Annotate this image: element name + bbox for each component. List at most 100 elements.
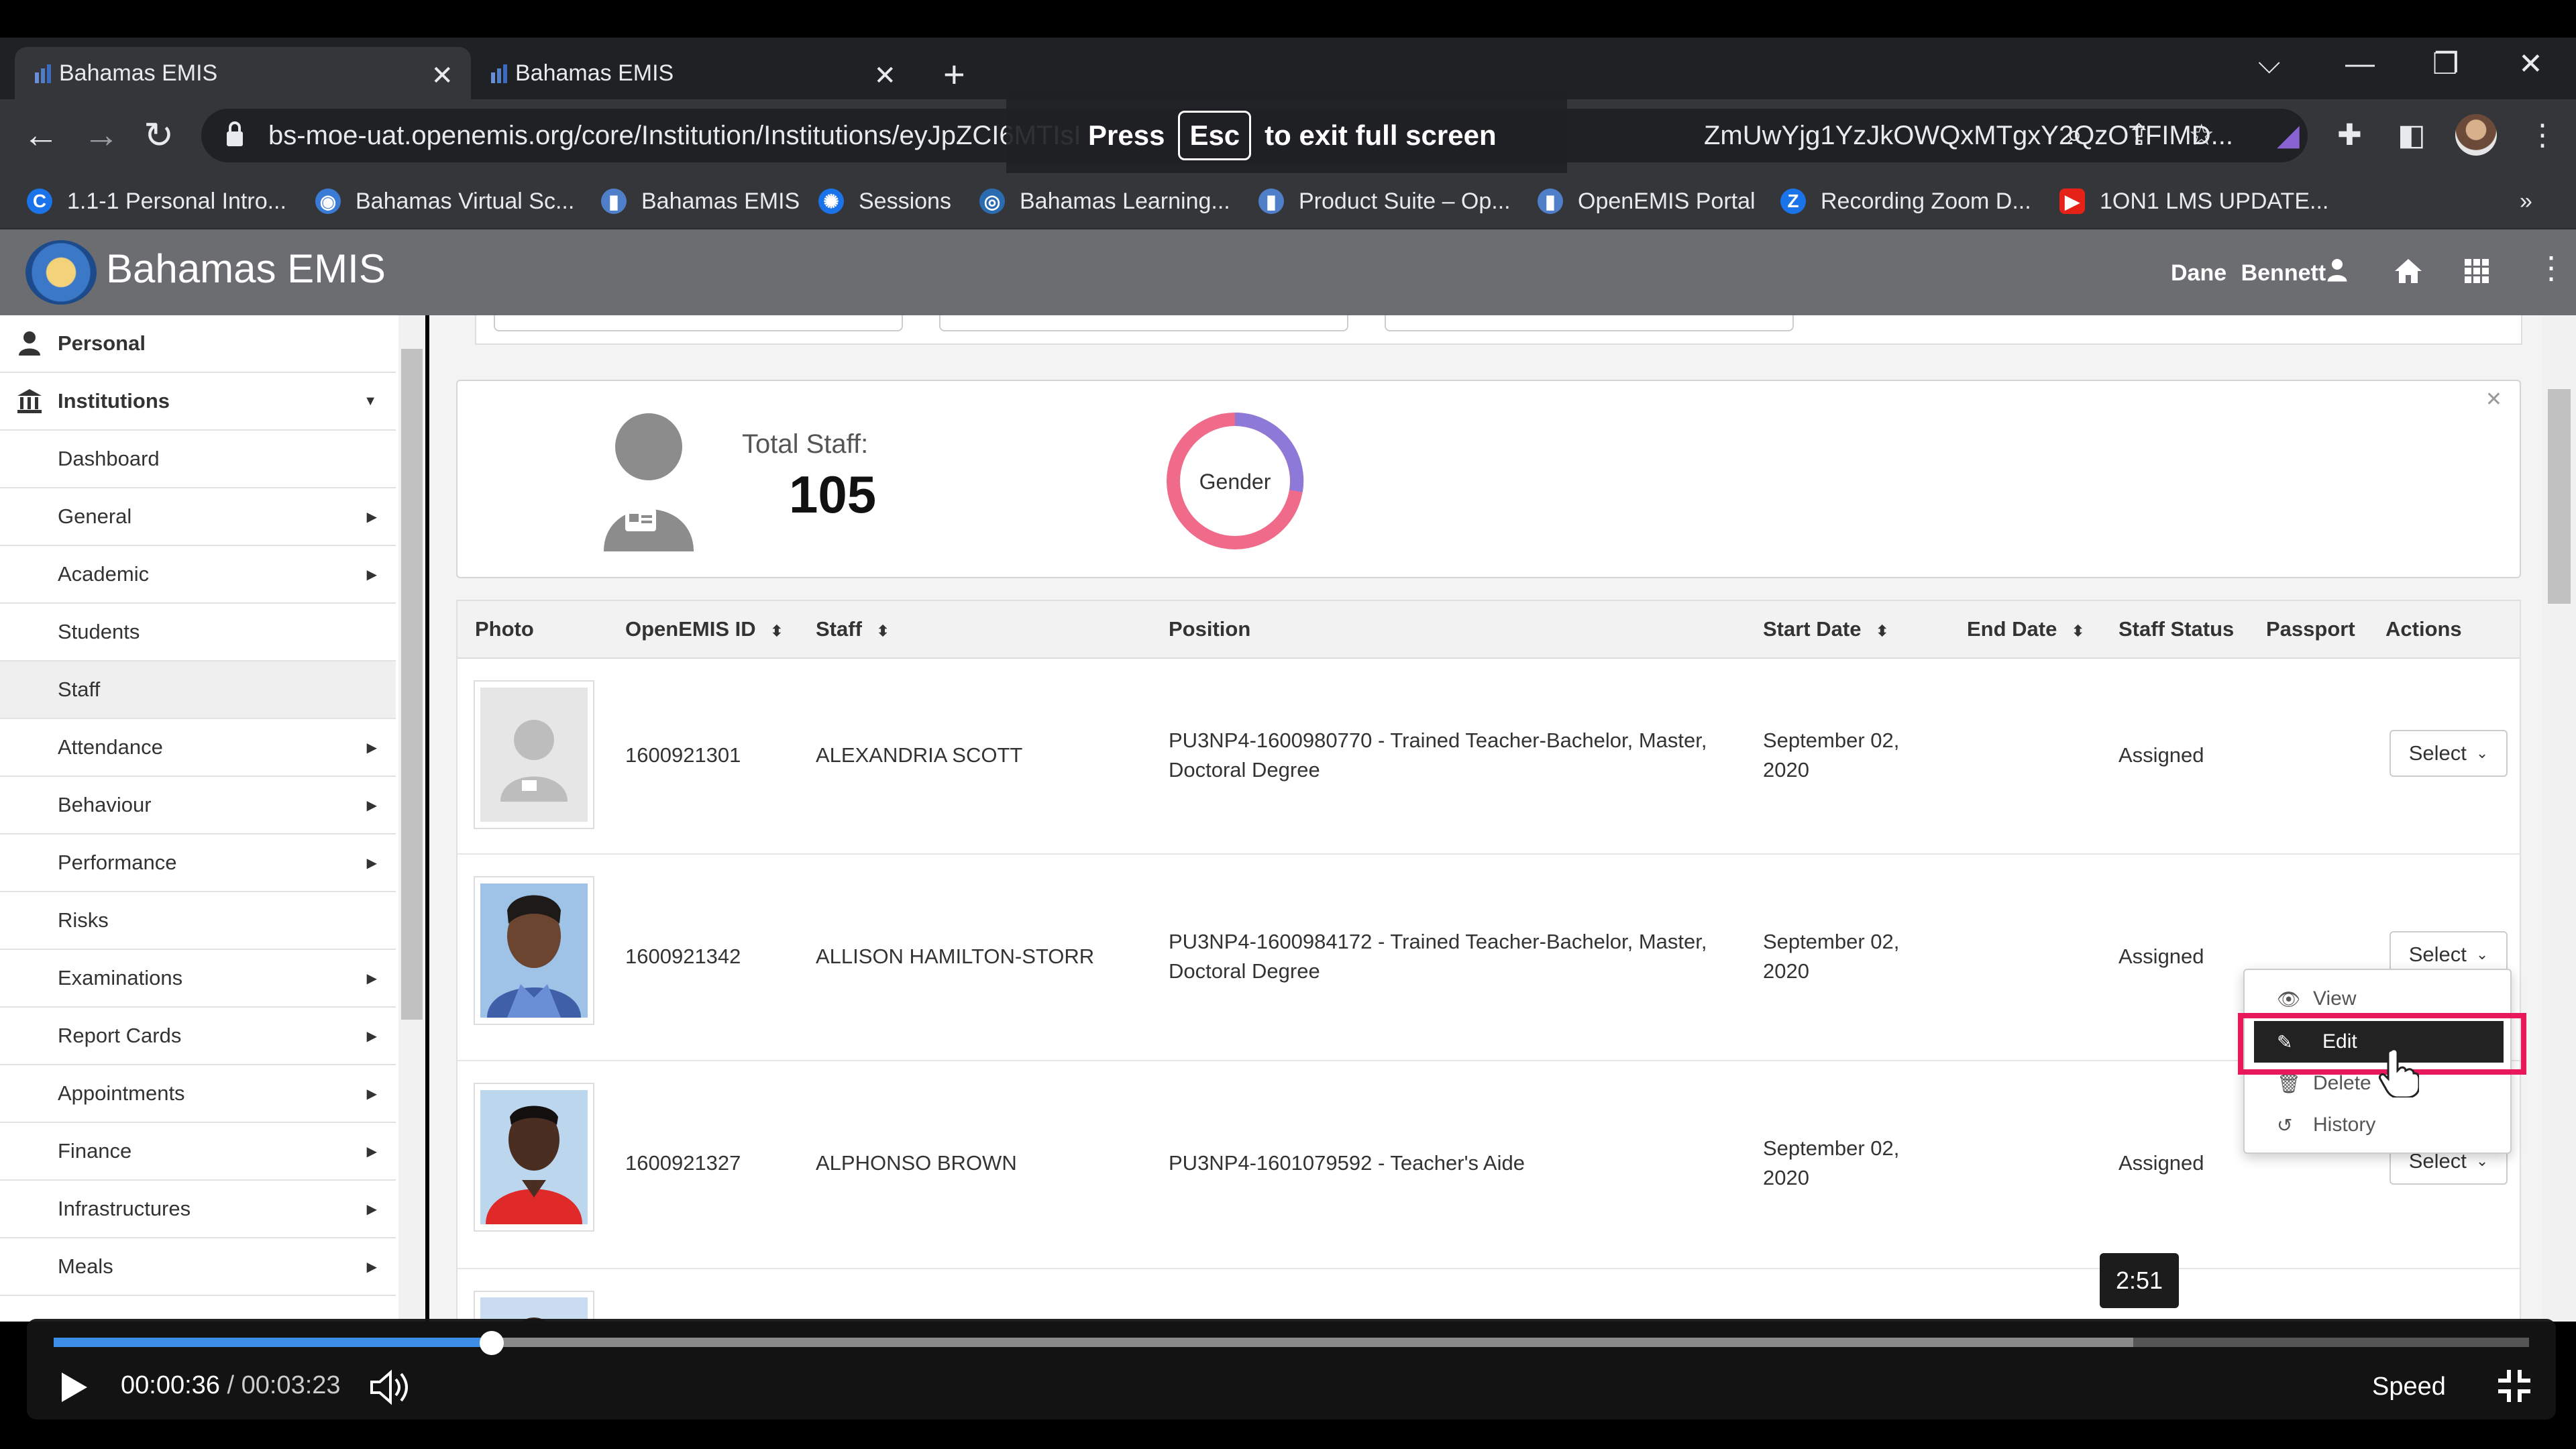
chevron-down-icon: ⌄ bbox=[2475, 946, 2489, 963]
sort-icon[interactable]: ⬍ bbox=[877, 623, 889, 639]
menu-item-history[interactable]: ↺ History bbox=[2245, 1104, 2510, 1146]
new-tab-plus-icon[interactable]: + bbox=[943, 52, 965, 96]
sidebar-item-dashboard[interactable]: Dashboard bbox=[0, 431, 396, 488]
sidebar-item-attendance[interactable]: Attendance ▶ bbox=[0, 719, 396, 777]
reload-icon[interactable]: ↻ bbox=[144, 114, 174, 156]
filter-select[interactable] bbox=[494, 315, 903, 331]
page-scrollbar-thumb[interactable] bbox=[2548, 389, 2571, 604]
close-tab-icon[interactable]: ✕ bbox=[873, 60, 896, 91]
sidebar-item-personal[interactable]: Personal bbox=[0, 315, 396, 373]
bookmark-item[interactable]: ▮ OpenEMIS Portal bbox=[1538, 182, 1756, 220]
bookmark-item[interactable]: C 1.1-1 Personal Intro... bbox=[27, 182, 286, 220]
staff-status: Assigned bbox=[2118, 945, 2204, 968]
restore-icon[interactable]: ❐ bbox=[2432, 47, 2459, 81]
row-actions-select-button[interactable]: Select ⌄ bbox=[2390, 730, 2508, 777]
sort-icon[interactable]: ⬍ bbox=[1876, 623, 1888, 639]
column-header-staff[interactable]: Staff ⬍ bbox=[816, 617, 889, 641]
bookmark-item[interactable]: ▶ 1ON1 LMS UPDATE... bbox=[2059, 182, 2328, 220]
app-title[interactable]: Bahamas EMIS bbox=[106, 246, 386, 292]
sidebar-item-staff[interactable]: Staff bbox=[0, 661, 396, 719]
speed-button[interactable]: Speed bbox=[2372, 1373, 2446, 1401]
user-name[interactable]: Dane Bennett bbox=[2171, 260, 2326, 286]
filter-select[interactable] bbox=[1385, 315, 1794, 331]
column-header-start-date[interactable]: Start Date ⬍ bbox=[1763, 617, 1888, 641]
sidebar-item-report-cards[interactable]: Report Cards ▶ bbox=[0, 1008, 396, 1065]
back-arrow-icon[interactable]: ← bbox=[23, 114, 59, 156]
staff-name[interactable]: ALLISON HAMILTON-STORR bbox=[816, 945, 1094, 969]
column-header-openemis-id[interactable]: OpenEMIS ID ⬍ bbox=[625, 617, 783, 641]
apps-grid-icon[interactable] bbox=[2465, 259, 2489, 283]
user-profile-icon[interactable] bbox=[2326, 256, 2348, 283]
sidebar-item-examinations[interactable]: Examinations ▶ bbox=[0, 950, 396, 1008]
column-header-end-date[interactable]: End Date ⬍ bbox=[1967, 617, 2084, 641]
bookmark-favicon-icon: ✺ bbox=[818, 189, 844, 214]
sidebar-item-behaviour[interactable]: Behaviour ▶ bbox=[0, 777, 396, 835]
sidebar-item-institutions[interactable]: Institutions ▼ bbox=[0, 373, 396, 431]
zoom-magnifier-icon[interactable]: ⌕ bbox=[2066, 118, 2083, 152]
bookmark-item[interactable]: ▮ Product Suite – Op... bbox=[1258, 182, 1511, 220]
forward-arrow-icon[interactable]: → bbox=[83, 114, 119, 156]
tab-search-chevron-icon[interactable]: ⌵ bbox=[2258, 47, 2280, 80]
minimize-icon[interactable]: — bbox=[2345, 47, 2375, 80]
bookmark-item[interactable]: ▮ Bahamas EMIS bbox=[601, 182, 800, 220]
bahamas-emis-logo[interactable] bbox=[25, 240, 97, 305]
browser-menu-icon[interactable]: ⋮ bbox=[2528, 118, 2557, 152]
volume-icon[interactable] bbox=[369, 1367, 413, 1407]
share-icon[interactable]: ⇪ bbox=[2127, 118, 2151, 152]
table-header: Photo OpenEMIS ID ⬍ Staff ⬍ Position Start… bbox=[458, 601, 2520, 659]
staff-name[interactable]: ALPHONSO BROWN bbox=[816, 1151, 1017, 1175]
staff-name[interactable]: ALEXANDRIA SCOTT bbox=[816, 743, 1022, 767]
bookmark-item[interactable]: ◉ Bahamas Virtual Sc... bbox=[315, 182, 574, 220]
staff-portrait-photo bbox=[480, 883, 588, 1018]
page-scrollbar[interactable] bbox=[2542, 315, 2576, 1322]
play-icon[interactable] bbox=[52, 1367, 93, 1407]
browser-tab[interactable]: Bahamas EMIS ✕ bbox=[471, 47, 914, 99]
fullscreen-exit-notice: Press Esc to exit full screen bbox=[1006, 91, 1567, 180]
staff-status: Assigned bbox=[2118, 1151, 2204, 1175]
staff-openemis-id[interactable]: 1600921342 bbox=[625, 945, 741, 969]
staff-openemis-id[interactable]: 1600921301 bbox=[625, 743, 741, 767]
sort-icon[interactable]: ⬍ bbox=[771, 623, 783, 639]
bookmark-star-icon[interactable]: ☆ bbox=[2188, 118, 2214, 152]
lock-icon bbox=[227, 121, 243, 146]
sidebar-item-performance[interactable]: Performance ▶ bbox=[0, 835, 396, 892]
profile-avatar[interactable] bbox=[2455, 114, 2497, 156]
close-tab-icon[interactable]: ✕ bbox=[431, 60, 453, 91]
bookmark-favicon-icon: Z bbox=[1780, 189, 1806, 214]
extension-app-icon[interactable]: ◢ bbox=[2277, 118, 2300, 152]
more-menu-icon[interactable]: ⋮ bbox=[2536, 250, 2567, 286]
close-panel-icon[interactable]: ✕ bbox=[2485, 388, 2502, 411]
bookmark-item[interactable]: ◎ Bahamas Learning... bbox=[979, 182, 1230, 220]
menu-item-label: History bbox=[2313, 1114, 2376, 1136]
video-controls: 00:00:36 / 00:03:23 Speed bbox=[27, 1319, 2556, 1419]
sidebar-item-infrastructures[interactable]: Infrastructures ▶ bbox=[0, 1181, 396, 1238]
browser-tab[interactable]: Bahamas EMIS ✕ bbox=[15, 47, 471, 99]
exit-fullscreen-icon[interactable] bbox=[2496, 1367, 2533, 1405]
sidebar-scrollbar-thumb[interactable] bbox=[401, 349, 423, 1020]
close-window-icon[interactable]: ✕ bbox=[2518, 47, 2543, 81]
bookmarks-overflow-icon[interactable]: » bbox=[2520, 182, 2532, 220]
sidebar-item-label: Students bbox=[58, 620, 140, 643]
side-panel-icon[interactable]: ◧ bbox=[2398, 118, 2426, 152]
bookmark-item[interactable]: Z Recording Zoom D... bbox=[1780, 182, 2031, 220]
video-progress-handle[interactable] bbox=[480, 1331, 504, 1355]
sidebar-item-risks[interactable]: Risks bbox=[0, 892, 396, 950]
caret-down-icon: ▼ bbox=[364, 393, 377, 409]
sidebar-item-appointments[interactable]: Appointments ▶ bbox=[0, 1065, 396, 1123]
sort-icon[interactable]: ⬍ bbox=[2072, 623, 2084, 639]
sidebar-item-meals[interactable]: Meals ▶ bbox=[0, 1238, 396, 1296]
sidebar-item-general[interactable]: General ▶ bbox=[0, 488, 396, 546]
sidebar-item-academic[interactable]: Academic ▶ bbox=[0, 546, 396, 604]
filter-select[interactable] bbox=[939, 315, 1348, 331]
staff-openemis-id[interactable]: 1600921327 bbox=[625, 1151, 741, 1175]
extensions-puzzle-icon[interactable]: ✚ bbox=[2337, 118, 2362, 152]
sidebar-item-label: Report Cards bbox=[58, 1024, 182, 1047]
home-icon[interactable] bbox=[2394, 258, 2423, 284]
sidebar-item-finance[interactable]: Finance ▶ bbox=[0, 1123, 396, 1181]
sidebar-item-students[interactable]: Students bbox=[0, 604, 396, 661]
sidebar-scrollbar[interactable] bbox=[398, 315, 425, 1322]
caret-right-icon: ▶ bbox=[366, 1028, 377, 1044]
video-progress-bar[interactable] bbox=[54, 1331, 2529, 1355]
bookmark-item[interactable]: ✺ Sessions bbox=[818, 182, 951, 220]
video-time-separator: / bbox=[227, 1371, 235, 1399]
